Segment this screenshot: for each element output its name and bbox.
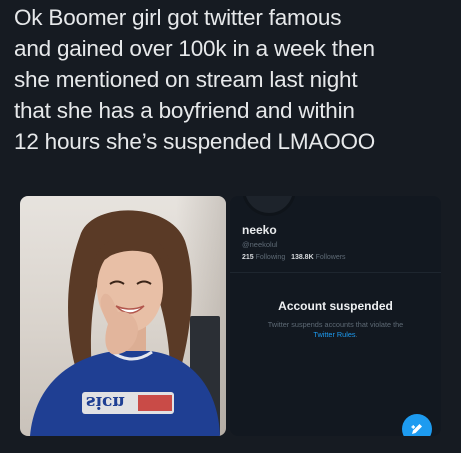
followers-label[interactable]: Followers (316, 254, 346, 261)
suspended-body-text: Twitter suspends accounts that violate t… (267, 320, 404, 329)
compose-tweet-button[interactable] (402, 414, 432, 436)
following-count[interactable]: 215 (242, 254, 254, 261)
twitter-profile-panel: neeko @neekolul 215 Following 138.8K Fol… (230, 196, 441, 436)
profile-stats: 215 Following 138.8K Followers (242, 254, 346, 261)
suspended-title: Account suspended (278, 299, 393, 313)
divider (230, 272, 441, 273)
suspended-message: Twitter suspends accounts that violate t… (244, 320, 427, 340)
caption-line: and gained over 100k in a week then (14, 36, 375, 61)
compose-icon (411, 424, 422, 434)
avatar[interactable] (242, 196, 296, 216)
streamer-photo: sicn (20, 196, 226, 436)
rules-suffix: . (355, 330, 358, 339)
caption-line: that she has a boyfriend and within (14, 98, 355, 123)
shirt-print-text: sicn (86, 392, 125, 412)
profile-handle: @neekolul (242, 240, 278, 249)
profile-name: neeko (242, 223, 277, 237)
caption-line: Ok Boomer girl got twitter famous (14, 5, 342, 30)
twitter-rules-link[interactable]: Twitter Rules (313, 330, 355, 339)
meme-caption: Ok Boomer girl got twitter famous and ga… (14, 2, 454, 157)
caption-line: 12 hours she’s suspended LMAOOO (14, 129, 376, 154)
caption-line: she mentioned on stream last night (14, 67, 358, 92)
followers-count[interactable]: 138.8K (291, 254, 314, 261)
following-label[interactable]: Following (256, 254, 286, 261)
